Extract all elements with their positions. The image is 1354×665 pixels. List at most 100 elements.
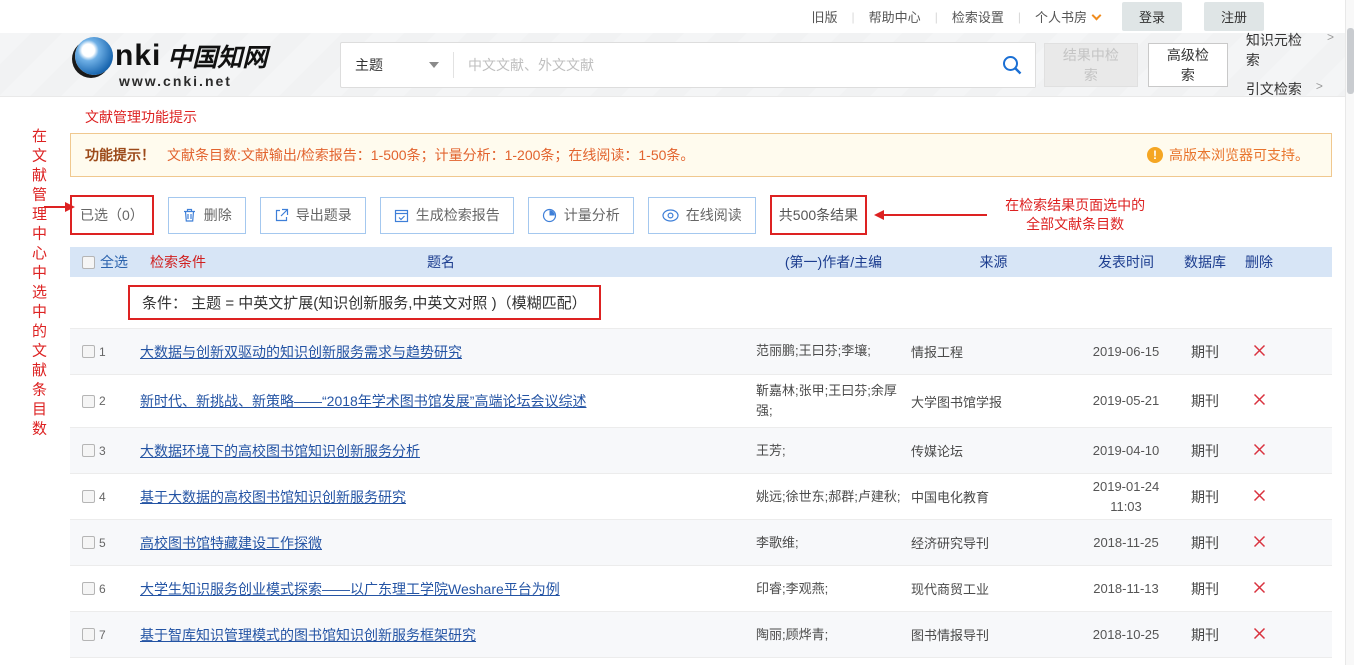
annotation-left-vertical-text: 在文献管理中心中选中的文献条目数: [28, 128, 49, 440]
row-select-cell: 5: [70, 536, 126, 550]
row-checkbox[interactable]: [82, 444, 95, 457]
arrow-right-icon: >: [1316, 79, 1323, 99]
document-title-link[interactable]: 基于大数据的高校图书馆知识创新服务研究: [140, 489, 406, 505]
search-button[interactable]: [989, 43, 1035, 87]
delete-row-icon[interactable]: [1252, 580, 1267, 595]
link-old-version[interactable]: 旧版: [812, 7, 838, 26]
warning-icon: !: [1147, 147, 1163, 163]
link-search-settings[interactable]: 检索设置: [952, 7, 1004, 26]
metric-analysis-button[interactable]: 计量分析: [528, 197, 634, 234]
row-authors: 陶丽;顾烨青;: [756, 619, 911, 651]
document-title-link[interactable]: 大数据环境下的高校图书馆知识创新服务分析: [140, 443, 420, 459]
row-select-cell: 7: [70, 628, 126, 642]
search-condition-row: 条件： 主题 = 中英文扩展(知识创新服务,中英文对照 )（模糊匹配）: [70, 277, 1332, 329]
link-help-center[interactable]: 帮助中心: [869, 7, 921, 26]
column-header-author: (第一)作者/主编: [756, 252, 911, 272]
annotation-tip-title: 文献管理功能提示: [85, 107, 1332, 127]
row-source: 大学图书馆学报: [911, 392, 1076, 411]
advanced-search-button[interactable]: 高级检索: [1148, 43, 1228, 87]
search-condition-text: 条件： 主题 = 中英文扩展(知识创新服务,中英文对照 )（模糊匹配）: [128, 285, 601, 320]
table-row: 5 高校图书馆特藏建设工作探微 李歌维; 经济研究导刊 2018-11-25 期…: [70, 520, 1332, 566]
column-header-delete: 删除: [1234, 252, 1284, 272]
register-button[interactable]: 注册: [1204, 2, 1264, 31]
row-publish-date: 2019-06-15: [1076, 342, 1176, 362]
row-checkbox[interactable]: [82, 490, 95, 503]
delete-row-icon[interactable]: [1252, 626, 1267, 641]
export-citation-button[interactable]: 导出题录: [260, 197, 366, 234]
table-row: 7 基于智库知识管理模式的图书馆知识创新服务框架研究 陶丽;顾烨青; 图书情报导…: [70, 612, 1332, 658]
row-select-cell: 6: [70, 582, 126, 596]
row-select-cell: 2: [70, 394, 126, 408]
row-checkbox[interactable]: [82, 395, 95, 408]
cnki-document-manager-page: 旧版 | 帮助中心 | 检索设置 | 个人书房 登录 注册 nki 中国知网 w…: [0, 0, 1354, 665]
table-row: 4 基于大数据的高校图书馆知识创新服务研究 姚远;徐世东;郝群;卢建秋; 中国电…: [70, 474, 1332, 520]
row-authors: 范丽鹏;王曰芬;李壤;: [756, 335, 911, 367]
export-icon: [274, 208, 289, 223]
column-header-source: 来源: [911, 252, 1076, 272]
search-in-results-button: 结果中检索: [1044, 43, 1138, 87]
globe-icon: [75, 37, 113, 75]
delete-row-icon[interactable]: [1252, 343, 1267, 358]
row-database: 期刊: [1176, 487, 1234, 507]
select-all-label: 全选: [100, 252, 128, 272]
personal-bookroom-menu[interactable]: 个人书房: [1035, 7, 1100, 26]
logo-brand-text: nki: [115, 41, 161, 71]
document-title-link[interactable]: 高校图书馆特藏建设工作探微: [140, 535, 322, 551]
annotation-right-note: 在检索结果页面选中的 全部文献条目数: [1005, 196, 1145, 234]
document-title-link[interactable]: 大数据与创新双驱动的知识创新服务需求与趋势研究: [140, 344, 462, 360]
notice-text: 文献条目数:文献输出/检索报告：1-500条；计量分析：1-200条；在线阅读：…: [167, 145, 694, 165]
main-content: 文献管理功能提示 功能提示！ 文献条目数:文献输出/检索报告：1-500条；计量…: [0, 107, 1354, 665]
top-utility-bar: 旧版 | 帮助中心 | 检索设置 | 个人书房 登录 注册: [0, 0, 1354, 33]
delete-row-icon[interactable]: [1252, 392, 1267, 407]
row-number: 1: [99, 345, 106, 359]
search-box: 主题: [340, 42, 1036, 88]
row-authors: 李歌维;: [756, 527, 911, 559]
row-database: 期刊: [1176, 441, 1234, 461]
delete-row-icon[interactable]: [1252, 488, 1267, 503]
row-checkbox[interactable]: [82, 628, 95, 641]
triangle-down-icon: [429, 62, 439, 68]
search-icon: [1001, 54, 1023, 76]
column-header-database: 数据库: [1176, 252, 1234, 272]
knowledge-element-search-link[interactable]: 知识元检索 >: [1246, 30, 1334, 70]
vertical-scrollbar[interactable]: [1345, 0, 1354, 665]
row-authors: 姚远;徐世东;郝群;卢建秋;: [756, 481, 911, 513]
document-title-link[interactable]: 大学生知识服务创业模式探索——以广东理工学院Weshare平台为例: [140, 581, 560, 597]
online-read-button[interactable]: 在线阅读: [648, 197, 756, 234]
row-checkbox[interactable]: [82, 345, 95, 358]
logo-chinese-text: 中国知网: [167, 38, 267, 74]
row-source: 中国电化教育: [911, 487, 1076, 506]
table-header-row: 全选 题名 (第一)作者/主编 来源 发表时间 数据库 删除 检索条件: [70, 247, 1332, 277]
arrow-right-icon: >: [1327, 30, 1334, 70]
delete-row-icon[interactable]: [1252, 534, 1267, 549]
chevron-down-icon: [1092, 10, 1102, 20]
row-checkbox[interactable]: [82, 536, 95, 549]
delete-row-icon[interactable]: [1252, 442, 1267, 457]
row-database: 期刊: [1176, 579, 1234, 599]
row-publish-date: 2019-04-10: [1076, 441, 1176, 461]
results-table: 全选 题名 (第一)作者/主编 来源 发表时间 数据库 删除 检索条件 条件： …: [70, 247, 1332, 665]
login-button[interactable]: 登录: [1122, 2, 1182, 31]
search-input[interactable]: [454, 43, 989, 87]
delete-button[interactable]: 删除: [168, 197, 246, 234]
cnki-logo[interactable]: nki 中国知网 www.cnki.net: [75, 37, 325, 93]
document-toolbar: 已选（0） 删除 导出题录 生成检索: [70, 195, 1332, 235]
table-row: 3 大数据环境下的高校图书馆知识创新服务分析 王芳; 传媒论坛 2019-04-…: [70, 428, 1332, 474]
row-authors: 王芳;: [756, 435, 911, 467]
document-title-link[interactable]: 新时代、新挑战、新策略——“2018年学术图书馆发展”高端论坛会议综述: [140, 393, 586, 409]
citation-search-link[interactable]: 引文检索 >: [1246, 79, 1334, 99]
eye-icon: [662, 209, 679, 222]
document-title-link[interactable]: 基于智库知识管理模式的图书馆知识创新服务框架研究: [140, 627, 476, 643]
row-publish-date: 2019-01-24 11:03: [1076, 477, 1176, 516]
row-checkbox[interactable]: [82, 582, 95, 595]
select-all-checkbox[interactable]: [82, 256, 95, 269]
row-number: 4: [99, 490, 106, 504]
row-database: 期刊: [1176, 342, 1234, 362]
table-row: 6 大学生知识服务创业模式探索——以广东理工学院Weshare平台为例 印睿;李…: [70, 566, 1332, 612]
search-scope-select[interactable]: 主题: [341, 43, 453, 87]
generate-report-button[interactable]: 生成检索报告: [380, 197, 514, 234]
row-publish-date: 2018-10-25: [1076, 625, 1176, 645]
row-source: 现代商贸工业: [911, 579, 1076, 598]
scrollbar-thumb[interactable]: [1347, 28, 1354, 94]
search-side-links: 知识元检索 > 引文检索 >: [1246, 30, 1334, 99]
